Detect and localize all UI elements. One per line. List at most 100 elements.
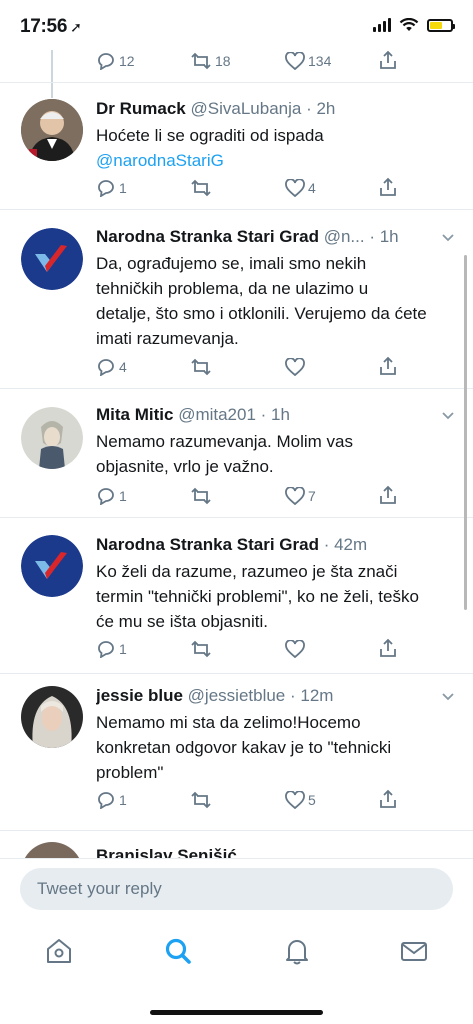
tweet-time: · 1h xyxy=(260,405,290,424)
status-time: 17:56 ➚ xyxy=(20,16,82,38)
mail-icon[interactable] xyxy=(399,936,429,966)
retweet-action[interactable] xyxy=(190,791,212,809)
reply-bar: Tweet your reply xyxy=(0,858,473,918)
author-name[interactable]: Branislav Senišić xyxy=(96,846,237,858)
home-icon[interactable] xyxy=(44,936,74,966)
author-handle[interactable]: @SivaLubanja xyxy=(191,99,302,118)
tweet-time: · 42m xyxy=(323,535,368,554)
time-text: 17:56 xyxy=(20,16,68,37)
reply-action[interactable]: 1 xyxy=(96,179,127,197)
chevron-down-icon[interactable] xyxy=(441,689,455,703)
tweet-text: Da, ograđujemo se, imali smo nekih tehni… xyxy=(96,254,427,348)
like-count: 4 xyxy=(308,180,316,196)
scrollbar[interactable] xyxy=(464,255,467,610)
retweet-action[interactable] xyxy=(190,487,212,505)
retweet-action[interactable] xyxy=(190,640,212,658)
reply-icon xyxy=(98,488,114,505)
avatar[interactable] xyxy=(21,407,83,469)
like-action[interactable]: 4 xyxy=(285,179,316,197)
search-icon[interactable] xyxy=(163,936,193,966)
author-handle[interactable]: @jessietblue xyxy=(188,686,286,705)
like-action[interactable]: 5 xyxy=(285,791,316,809)
reply-count: 1 xyxy=(119,641,127,657)
reply-action[interactable]: 4 xyxy=(96,358,127,376)
share-icon xyxy=(380,789,396,808)
reply-count: 1 xyxy=(119,488,127,504)
reply-action[interactable]: 1 xyxy=(96,487,127,505)
tab-bar xyxy=(0,918,473,1024)
share-action[interactable] xyxy=(378,356,398,376)
tweet-time: · 1h xyxy=(369,227,399,246)
share-icon xyxy=(380,638,396,657)
chevron-down-icon[interactable] xyxy=(441,230,455,244)
divider xyxy=(0,830,473,831)
like-icon xyxy=(285,487,305,505)
wifi-icon xyxy=(399,18,419,31)
avatar[interactable] xyxy=(21,842,83,858)
tweet-actions: 1 4 xyxy=(96,177,416,201)
like-count: 7 xyxy=(308,488,316,504)
reply-action[interactable]: 1 xyxy=(96,640,127,658)
chevron-down-icon[interactable] xyxy=(441,408,455,422)
share-icon xyxy=(380,50,396,69)
like-action[interactable]: 134 xyxy=(285,52,331,70)
retweet-action[interactable] xyxy=(190,358,212,376)
like-icon xyxy=(285,52,305,70)
avatar[interactable] xyxy=(21,228,83,290)
tweet-narodna-stranka-2[interactable]: Narodna Stranka Stari Grad · 42m Ko želi… xyxy=(0,518,473,673)
retweet-icon xyxy=(191,791,211,809)
reply-action[interactable]: 12 xyxy=(96,52,135,70)
like-icon xyxy=(285,179,305,197)
previous-tweet-actions: 12 18 134 xyxy=(0,50,473,74)
share-icon xyxy=(380,356,396,375)
like-icon xyxy=(285,791,305,809)
tweet-dr-rumack[interactable]: Dr Rumack @SivaLubanja · 2h Hoćete li se… xyxy=(0,83,473,209)
tweet-text: Hoćete li se ograditi od ispada @narodna… xyxy=(96,123,455,173)
share-action[interactable] xyxy=(378,638,398,658)
like-count: 134 xyxy=(308,53,332,69)
tweet-text: Nemamo mi sta da zelimo!Hocemo konkretan… xyxy=(96,713,392,782)
author-name[interactable]: Narodna Stranka Stari Grad xyxy=(96,535,319,554)
mention-link[interactable]: @narodnaStariG xyxy=(96,148,455,173)
like-action[interactable] xyxy=(285,640,305,658)
tweet-time: · 12m xyxy=(290,686,334,705)
reply-input[interactable]: Tweet your reply xyxy=(20,868,453,910)
tweet-jessie-blue[interactable]: jessie blue @jessietblue · 12m Nemamo mi… xyxy=(0,674,473,830)
avatar[interactable] xyxy=(21,686,83,748)
author-name[interactable]: Dr Rumack xyxy=(96,99,186,118)
like-icon xyxy=(285,640,305,658)
like-action[interactable] xyxy=(285,358,305,376)
like-icon xyxy=(285,358,305,376)
tweet-header: Mita Mitic @mita201 · 1h xyxy=(96,404,455,426)
tweet-body: jessie blue @jessietblue · 12m Nemamo mi… xyxy=(96,685,455,785)
reply-count: 1 xyxy=(119,792,127,808)
tweet-text-content: Hoćete li se ograditi od ispada xyxy=(96,126,324,145)
reply-icon xyxy=(98,53,114,70)
reply-icon xyxy=(98,641,114,658)
tweet-mita-mitic[interactable]: Mita Mitic @mita201 · 1h Nemamo razumeva… xyxy=(0,389,473,517)
share-action[interactable] xyxy=(378,485,398,505)
home-indicator xyxy=(150,1010,323,1015)
author-name[interactable]: jessie blue xyxy=(96,686,183,705)
avatar[interactable] xyxy=(21,99,83,161)
retweet-action[interactable] xyxy=(190,179,212,197)
tweet-narodna-stranka-1[interactable]: Narodna Stranka Stari Grad @n... · 1h Da… xyxy=(0,210,473,388)
retweet-action[interactable]: 18 xyxy=(190,52,231,70)
bell-icon[interactable] xyxy=(282,936,312,966)
avatar[interactable] xyxy=(21,535,83,597)
author-handle[interactable]: @n... xyxy=(324,227,365,246)
share-action[interactable] xyxy=(378,789,398,809)
tweet-body: Narodna Stranka Stari Grad · 42m Ko želi… xyxy=(96,534,433,634)
like-action[interactable]: 7 xyxy=(285,487,316,505)
share-action[interactable] xyxy=(378,50,398,70)
author-handle[interactable]: @mita201 xyxy=(178,405,256,424)
tweet-text: Ko želi da razume, razumeo je šta znači … xyxy=(96,562,419,631)
tweet-header: jessie blue @jessietblue · 12m xyxy=(96,685,455,707)
author-name[interactable]: Narodna Stranka Stari Grad xyxy=(96,227,319,246)
tweet-body: Dr Rumack @SivaLubanja · 2h Hoćete li se… xyxy=(96,98,455,173)
tweet-time: · 2h xyxy=(306,99,336,118)
partial-tweet[interactable]: Branislav Senišić xyxy=(0,836,473,858)
share-action[interactable] xyxy=(378,177,398,197)
author-name[interactable]: Mita Mitic xyxy=(96,405,173,424)
reply-action[interactable]: 1 xyxy=(96,791,127,809)
